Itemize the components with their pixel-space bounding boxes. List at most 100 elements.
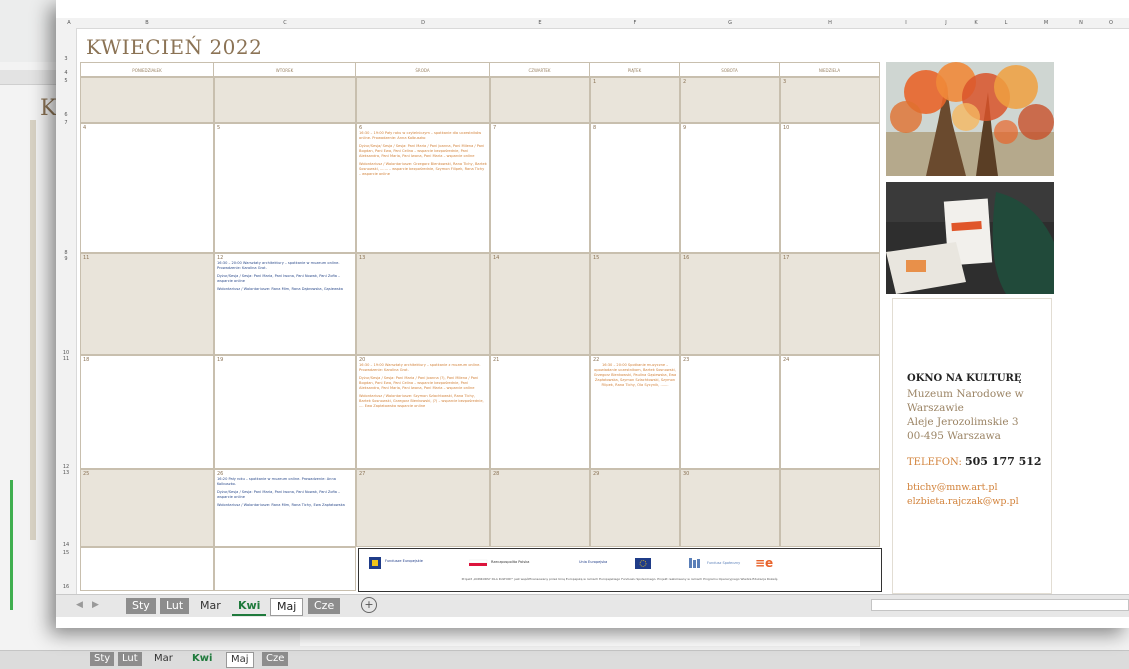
background-tab-mar[interactable]: Mar [150,652,177,666]
day-cell[interactable]: 4 [80,123,214,253]
event-paragraph: Dyżur/Sesja / Sesja: Pani Maria, Pani Iw… [217,274,340,283]
day-number: 7 [493,125,497,131]
day-cell[interactable] [780,469,880,547]
day-cell[interactable]: 1 [590,77,680,123]
day-cell[interactable]: 3 [780,77,880,123]
col-header-a[interactable]: A [62,18,76,28]
col-header-i[interactable]: I [886,18,926,28]
row-header-14[interactable]: 14 [56,542,76,548]
day-cell[interactable]: 26 16:20 Pały roku – spotkanie w muzeum … [214,469,356,547]
tab-cze[interactable]: Cze [308,598,341,614]
day-cell[interactable]: 15 [590,253,680,355]
col-header-n[interactable]: N [1066,18,1096,28]
background-tab-sty[interactable]: Sty [90,652,115,666]
tree-painting-icon [886,62,1054,176]
spreadsheet-window: A B C D E F G H I J K L M N O 3 4 5 6 7 … [56,0,1129,628]
col-header-b[interactable]: B [80,18,214,28]
tab-scroll-left-icon[interactable]: ◀ [76,600,83,610]
background-selection-marker [10,480,13,610]
col-header-h[interactable]: H [780,18,880,28]
event-paragraph: Wolontariusz / Wolontariusze: Grzegorz B… [359,162,487,176]
col-header-o[interactable]: O [1096,18,1126,28]
phone-number[interactable]: 505 177 512 [965,455,1042,468]
day-cell[interactable]: 27 [356,469,490,547]
day-cell[interactable]: 14 [490,253,590,355]
row-header-4[interactable]: 4 [56,70,76,76]
day-cell[interactable]: 5 [214,123,356,253]
day-cell[interactable]: 29 [590,469,680,547]
info-email[interactable]: elzbieta.rajczak@wp.pl [907,495,1045,508]
col-header-e[interactable]: E [490,18,590,28]
day-cell[interactable]: 28 [490,469,590,547]
day-cell[interactable]: 8 [590,123,680,253]
row-header-15[interactable]: 15 [56,550,76,556]
day-cell[interactable]: 19 [214,355,356,469]
day-cell[interactable]: 24 [780,355,880,469]
row-header-5[interactable]: 5 [56,78,76,84]
info-email[interactable]: btichy@mnw.art.pl [907,481,1045,494]
col-header-k[interactable]: K [966,18,986,28]
col-header-c[interactable]: C [214,18,356,28]
day-cell[interactable]: 10 [780,123,880,253]
day-cell[interactable]: 22 16:30 – 20:00 Spotkanie muzyczne – op… [590,355,680,469]
row-header-9[interactable]: 9 [56,256,76,262]
row-header-13[interactable]: 13 [56,470,76,476]
day-cell[interactable]: 12 16:30 – 20:00 Warsztaty architektury … [214,253,356,355]
row-header-3[interactable]: 3 [56,56,76,62]
tab-lut[interactable]: Lut [160,598,190,614]
add-sheet-button[interactable]: + [361,597,377,613]
day-cell[interactable]: 2 [680,77,780,123]
tab-kwi[interactable]: Kwi [232,598,267,616]
day-cell[interactable]: 6 16:30 – 19:00 Pały roku w czytelniczym… [356,123,490,253]
day-cell[interactable]: 21 [490,355,590,469]
col-header-f[interactable]: F [590,18,680,28]
day-cell[interactable]: 20 16:30 – 19:00 Warsztaty architektury … [356,355,490,469]
day-number: 17 [783,255,790,261]
day-number: 27 [359,471,366,477]
info-address-line: Warszawie [907,402,964,414]
rzeczpospolita-logo: Rzeczpospolita Polska [468,555,549,569]
background-tab-cze[interactable]: Cze [262,652,289,666]
tab-sty[interactable]: Sty [126,598,156,614]
weekday-thursday: CZWARTEK [490,62,590,77]
day-cell[interactable] [214,77,356,123]
col-header-l[interactable]: L [986,18,1026,28]
day-cell[interactable]: 7 [490,123,590,253]
day-cell[interactable] [490,77,590,123]
day-cell[interactable]: 11 [80,253,214,355]
horizontal-scrollbar[interactable] [871,599,1129,611]
fundusze-europejskie-logo: Fundusze Europejskie [369,555,449,569]
col-header-d[interactable]: D [356,18,490,28]
day-cell[interactable] [356,77,490,123]
tab-scroll-right-icon[interactable]: ▶ [92,600,99,610]
event-paragraph: 16:20 Pały roku – spotkanie w muzeum onl… [217,477,336,486]
month-title: KWIECIEŃ 2022 [86,35,263,59]
day-cell[interactable] [80,77,214,123]
day-cell[interactable]: 23 [680,355,780,469]
day-number: 3 [783,79,787,85]
day-cell[interactable]: 16 [680,253,780,355]
tab-mar[interactable]: Mar [194,598,227,614]
tab-maj[interactable]: Maj [270,598,304,616]
day-cell[interactable]: 30 [680,469,780,547]
background-tab-lut[interactable]: Lut [118,652,142,666]
background-tab-maj[interactable]: Maj [226,652,254,668]
row-header-6[interactable]: 6 [56,112,76,118]
col-header-j[interactable]: J [926,18,966,28]
info-address-line: Muzeum Narodowe w [907,388,1024,400]
col-header-g[interactable]: G [680,18,780,28]
row-header-16[interactable]: 16 [56,584,76,590]
row-header-7[interactable]: 7 [56,120,76,126]
phone-label: TELEFON: [907,457,962,468]
background-tab-kwi[interactable]: Kwi [188,652,216,666]
day-cell[interactable]: 18 [80,355,214,469]
day-cell[interactable]: 25 [80,469,214,547]
col-header-m[interactable]: M [1026,18,1066,28]
day-cell[interactable]: 9 [680,123,780,253]
day-number: 9 [683,125,687,131]
day-cell[interactable]: 17 [780,253,880,355]
empty-cell[interactable] [214,547,356,591]
row-header-11[interactable]: 11 [56,356,76,362]
day-cell[interactable]: 13 [356,253,490,355]
empty-cell[interactable] [80,547,214,591]
